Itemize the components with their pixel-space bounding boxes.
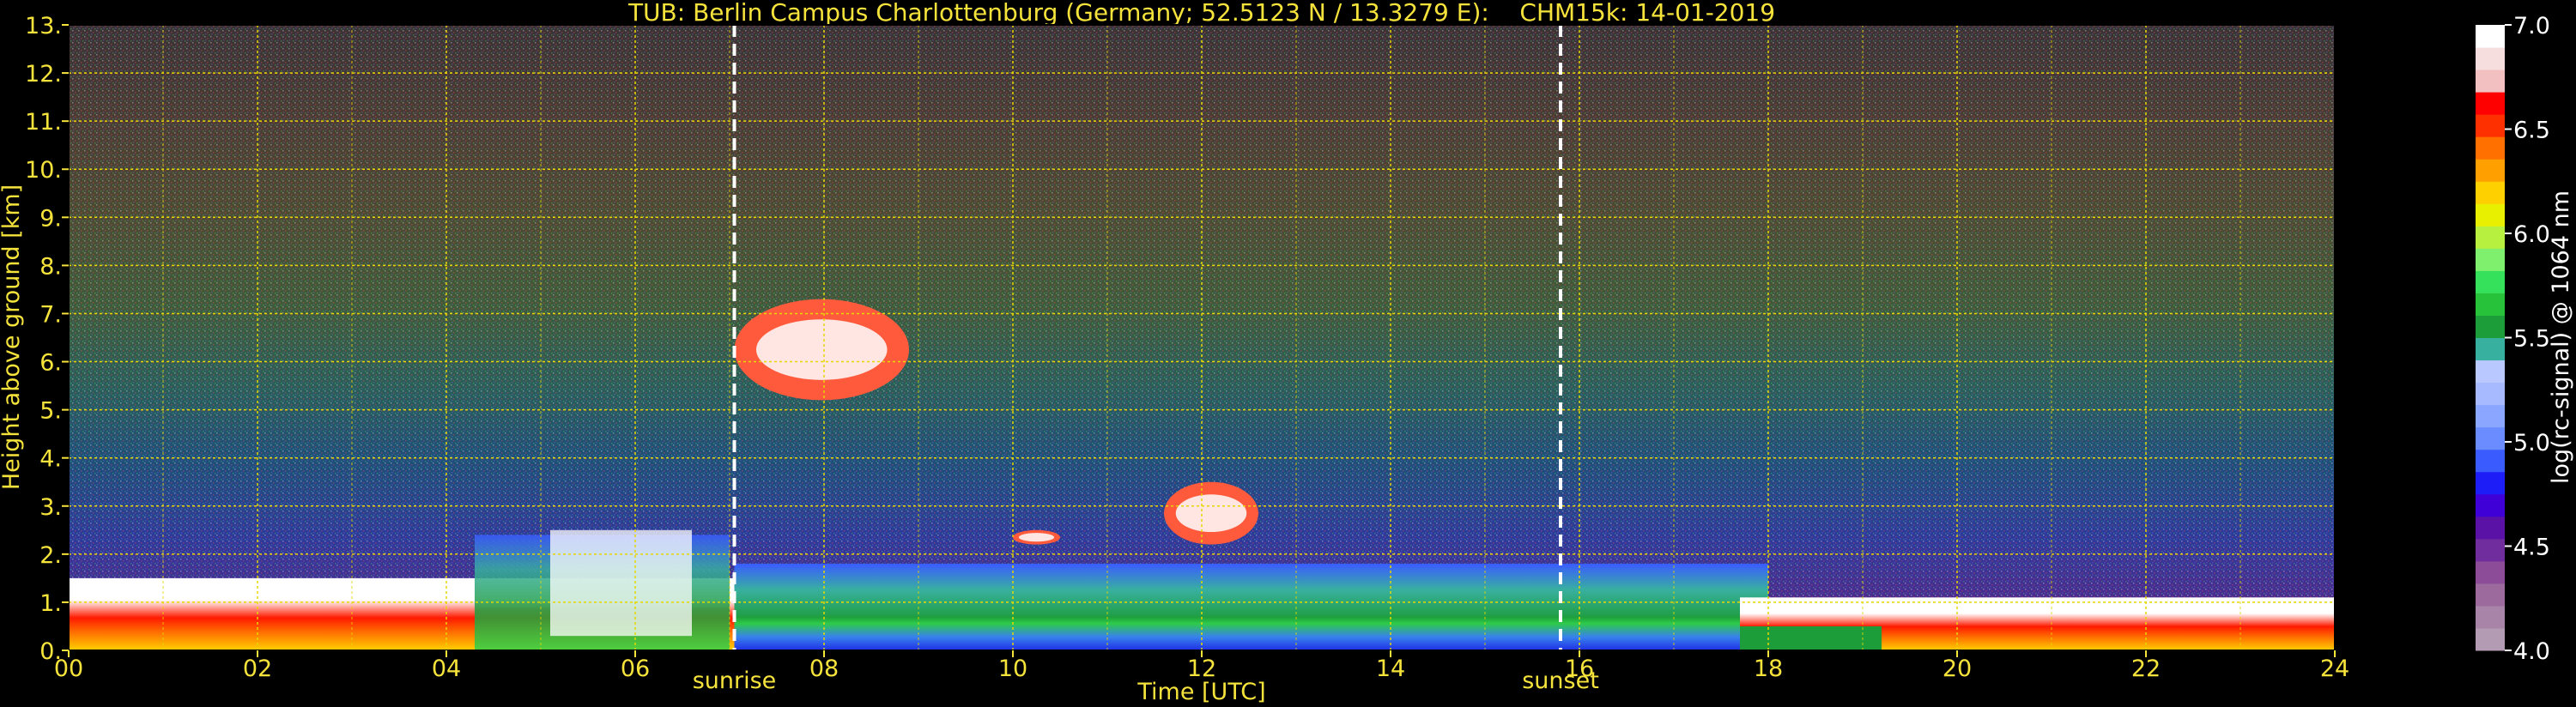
cloud-core-1 (1175, 494, 1247, 533)
colorbar-swatch-20 (2476, 181, 2505, 204)
colorbar-swatch-16 (2476, 270, 2505, 293)
colorbar-tick-label-3: 5.5 (2513, 326, 2550, 353)
colorbar-swatch-9 (2476, 426, 2505, 450)
x-tick-label-2: 04 (432, 656, 461, 682)
y-tick-label-8: 8. (39, 253, 62, 280)
x-tick-label-0: 00 (54, 656, 83, 682)
plot-area (69, 25, 2335, 650)
colorbar-swatch-25 (2476, 69, 2505, 93)
y-tick-label-11: 11. (25, 109, 62, 136)
x-tick-label-4: 08 (809, 656, 839, 682)
colorbar-swatch-14 (2476, 315, 2505, 338)
colorbar-swatch-18 (2476, 226, 2505, 249)
colorbar-tick-label-5: 6.5 (2513, 118, 2550, 144)
colorbar-tick-label-6: 7.0 (2513, 13, 2550, 39)
colorbar-tick-label-1: 4.5 (2513, 535, 2550, 561)
colorbar-swatch-5 (2476, 516, 2505, 540)
colorbar-swatch-21 (2476, 159, 2505, 182)
colorbar-swatch-8 (2476, 449, 2505, 473)
colorbar-swatch-1 (2476, 605, 2505, 629)
colorbar-tick-label-2: 5.0 (2513, 430, 2550, 456)
colorbar-ticks: 4.0 4.5 5.0 5.5 6.0 6.5 7.0 (2505, 13, 2550, 665)
x-tick-label-9: 18 (1754, 656, 1783, 682)
y-tick-label-2: 2. (39, 542, 62, 569)
aerosol-layer-core (734, 616, 1749, 650)
x-tick-label-3: 06 (621, 656, 650, 682)
colorbar-swatch-23 (2476, 114, 2505, 137)
x-tick-label-7: 14 (1376, 656, 1405, 682)
aerosol-plume-white (550, 529, 692, 637)
y-axis-label: Height above ground [km] (0, 184, 25, 490)
y-tick-label-3: 3. (39, 494, 62, 521)
y-tick-label-7: 7. (39, 301, 62, 328)
colorbar-swatch-13 (2476, 337, 2505, 361)
aerosol-layer-evening-base (1740, 625, 1882, 650)
colorbar-swatch-22 (2476, 136, 2505, 160)
colorbar-swatch-24 (2476, 92, 2505, 115)
lidar-quicklook-figure: TUB: Berlin Campus Charlottenburg (Germa… (0, 0, 2574, 705)
cloud-core-0 (755, 319, 888, 380)
x-tick-label-10: 20 (1943, 656, 1972, 682)
colorbar-swatch-2 (2476, 583, 2505, 607)
colorbar-swatch-0 (2476, 627, 2505, 651)
y-tick-label-5: 5. (39, 398, 62, 425)
y-tick-label-10: 10. (25, 157, 62, 184)
x-axis-ticks: 00 02 04 06 08 10 12 14 16 18 20 22 24 (54, 650, 2349, 682)
colorbar-label: log(rc-signal) @ 1064 nm (2548, 190, 2574, 484)
colorbar-swatch-7 (2476, 471, 2505, 495)
marker-label-sunset: sunset (1522, 668, 1599, 694)
chart-title: TUB: Berlin Campus Charlottenburg (Germa… (627, 0, 1775, 27)
colorbar-tick-label-0: 4.0 (2513, 638, 2550, 665)
colorbar-swatch-10 (2476, 404, 2505, 428)
colorbar-swatch-15 (2476, 293, 2505, 316)
x-tick-label-5: 10 (998, 656, 1027, 682)
colorbar-swatch-6 (2476, 493, 2505, 517)
x-tick-label-1: 02 (243, 656, 272, 682)
y-tick-label-1: 1. (39, 590, 62, 617)
colorbar-swatch-11 (2476, 382, 2505, 406)
colorbar (2476, 25, 2505, 651)
colorbar-tick-label-4: 6.0 (2513, 221, 2550, 248)
x-tick-label-11: 22 (2131, 656, 2161, 682)
x-tick-label-12: 24 (2320, 656, 2349, 682)
y-tick-label-4: 4. (39, 446, 62, 473)
y-axis-ticks: 0.1.2.3.4.5.6.7.8.9.10.11.12.13. (25, 13, 69, 665)
colorbar-swatch-3 (2476, 560, 2505, 584)
colorbar-swatch-17 (2476, 248, 2505, 271)
cloud-core-2 (1018, 533, 1055, 542)
y-tick-label-9: 9. (39, 205, 62, 232)
y-tick-label-12: 12. (25, 61, 62, 88)
y-tick-label-13: 13. (25, 13, 62, 39)
colorbar-swatch-27 (2476, 25, 2505, 48)
colorbar-swatch-26 (2476, 47, 2505, 70)
x-axis-label: Time [UTC] (1136, 679, 1265, 705)
colorbar-swatch-12 (2476, 360, 2505, 384)
y-tick-label-6: 6. (39, 350, 62, 377)
marker-label-sunrise: sunrise (693, 668, 777, 694)
colorbar-swatch-4 (2476, 538, 2505, 562)
colorbar-swatch-19 (2476, 203, 2505, 227)
